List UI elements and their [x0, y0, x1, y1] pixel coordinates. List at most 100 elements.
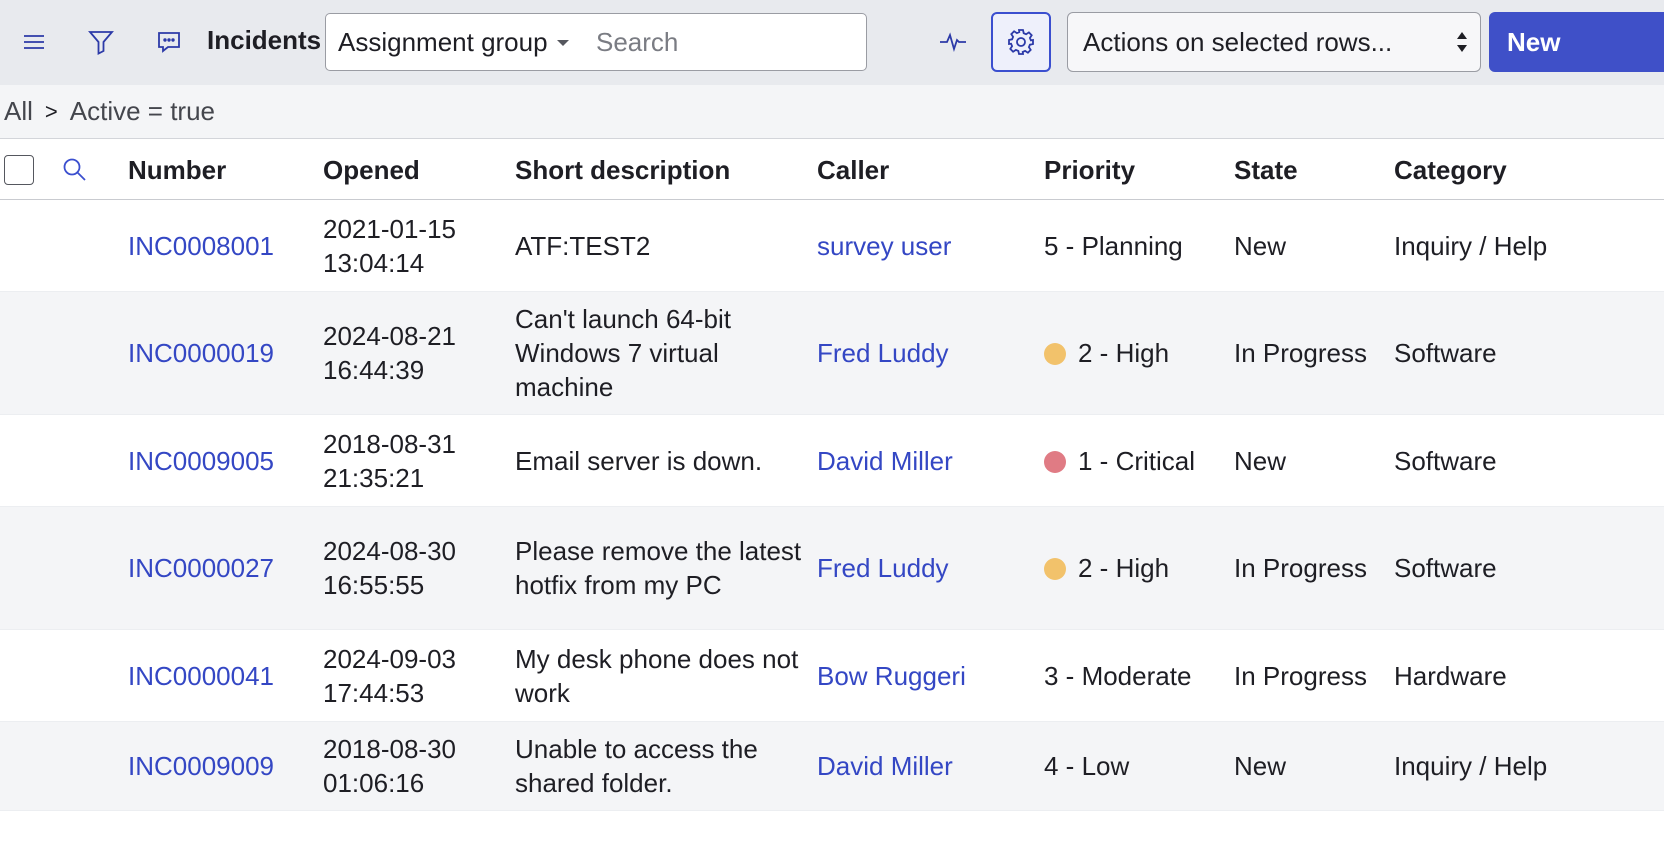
breadcrumb-filter-active[interactable]: Active = true: [70, 96, 215, 127]
cell-state: New: [1234, 415, 1384, 506]
short-description-text: Unable to access the shared folder.: [515, 734, 758, 798]
state-text: New: [1234, 230, 1287, 261]
caller-link[interactable]: survey user: [817, 229, 951, 263]
cell-number: INC0000041: [128, 630, 308, 721]
caller-link[interactable]: Fred Luddy: [817, 551, 949, 585]
cell-caller: David Miller: [817, 722, 1032, 810]
table-header-row: Number Opened Short description Caller P…: [0, 140, 1664, 200]
category-text: Inquiry / Help: [1394, 230, 1548, 261]
opened-time: 16:55:55: [323, 570, 425, 600]
select-all-checkbox[interactable]: [4, 155, 34, 185]
actions-on-selected-rows-select[interactable]: Actions on selected rows...: [1067, 12, 1481, 72]
cell-state: New: [1234, 722, 1384, 810]
new-button[interactable]: New: [1489, 12, 1664, 72]
table-row[interactable]: INC0000027 2024-08-30 16:55:55 Please remov…: [0, 507, 1664, 630]
incident-number-link[interactable]: INC0008001: [128, 229, 274, 263]
incident-number-link[interactable]: INC0000041: [128, 659, 274, 693]
cell-opened: 2024-09-03 17:44:53: [323, 630, 503, 721]
opened-date: 2018-08-31: [323, 428, 456, 459]
incidents-table: Number Opened Short description Caller P…: [0, 140, 1664, 811]
pulse-activity-icon[interactable]: [933, 22, 973, 62]
priority-dot-icon: [1044, 450, 1066, 473]
column-header-priority[interactable]: Priority: [1044, 140, 1135, 200]
cell-opened: 2018-08-31 21:35:21: [323, 415, 503, 506]
chat-bubble-icon[interactable]: [149, 22, 189, 62]
cell-number: INC0008001: [128, 200, 308, 291]
table-row[interactable]: INC0000041 2024-09-03 17:44:53 My desk phon…: [0, 630, 1664, 722]
breadcrumb: All > Active = true: [0, 85, 1664, 139]
cell-short-description: ATF:TEST2: [515, 200, 805, 291]
cell-caller: survey user: [817, 200, 1032, 291]
search-field-select-value: Assignment group: [338, 26, 548, 57]
opened-date: 2024-09-03: [323, 643, 456, 674]
cell-state: New: [1234, 200, 1384, 291]
caller-link[interactable]: David Miller: [817, 444, 953, 478]
cell-category: Software: [1394, 292, 1664, 414]
cell-number: INC0009009: [128, 722, 308, 810]
cell-state: In Progress: [1234, 292, 1384, 414]
list-settings-button[interactable]: [991, 12, 1051, 72]
category-text: Software: [1394, 553, 1497, 583]
cell-short-description: Can't launch 64-bit Windows 7 virtual ma…: [515, 292, 805, 414]
cell-opened: 2024-08-30 16:55:55: [323, 507, 503, 629]
opened-date: 2021-01-15: [323, 213, 456, 244]
cell-short-description: Unable to access the shared folder.: [515, 722, 805, 810]
column-search-icon[interactable]: [61, 156, 89, 184]
opened-time: 17:44:53: [323, 677, 425, 708]
cell-short-description: My desk phone does not work: [515, 630, 805, 721]
incident-number-link[interactable]: INC0009005: [128, 444, 274, 478]
search-input[interactable]: [585, 13, 867, 71]
priority-text: 2 - High: [1078, 338, 1170, 368]
incident-number-link[interactable]: INC0009009: [128, 749, 274, 783]
cell-short-description: Email server is down.: [515, 415, 805, 506]
cell-opened: 2018-08-30 01:06:16: [323, 722, 503, 810]
table-row[interactable]: INC0009009 2018-08-30 01:06:16 Unable to ac…: [0, 722, 1664, 811]
list-header-toolbar: Incidents Assignment group Actions on se…: [0, 0, 1664, 85]
column-header-category[interactable]: Category: [1394, 140, 1507, 200]
caller-link[interactable]: David Miller: [817, 749, 953, 783]
cell-number: INC0000027: [128, 507, 308, 629]
column-header-state[interactable]: State: [1234, 140, 1298, 200]
cell-state: In Progress: [1234, 507, 1384, 629]
column-header-short-description[interactable]: Short description: [515, 140, 730, 200]
cell-priority: 3 - Moderate: [1044, 630, 1224, 721]
updown-arrows-icon: [1457, 32, 1467, 52]
short-description-text: Please remove the latest hotfix from my …: [515, 536, 802, 600]
table-row[interactable]: INC0008001 2021-01-15 13:04:14 ATF:TEST2 sur…: [0, 200, 1664, 292]
short-description-text: ATF:TEST2: [515, 230, 651, 261]
caller-link[interactable]: Bow Ruggeri: [817, 659, 966, 693]
priority-text: 4 - Low: [1044, 751, 1130, 781]
table-row[interactable]: INC0000019 2024-08-21 16:44:39 Can't launch…: [0, 292, 1664, 415]
hamburger-menu-icon[interactable]: [14, 22, 54, 62]
short-description-text: Can't launch 64-bit Windows 7 virtual ma…: [515, 304, 731, 402]
cell-category: Software: [1394, 415, 1664, 506]
incident-number-link[interactable]: INC0000019: [128, 336, 274, 370]
cell-category: Inquiry / Help: [1394, 200, 1664, 291]
cell-category: Hardware: [1394, 630, 1664, 721]
column-header-caller[interactable]: Caller: [817, 140, 889, 200]
cell-category: Software: [1394, 507, 1664, 629]
table-row[interactable]: INC0009005 2018-08-31 21:35:21 Email server…: [0, 415, 1664, 507]
priority-dot-icon: [1044, 343, 1066, 365]
filter-funnel-icon[interactable]: [81, 22, 121, 62]
breadcrumb-all[interactable]: All: [4, 96, 33, 127]
priority-text: 3 - Moderate: [1044, 660, 1192, 691]
cell-state: In Progress: [1234, 630, 1384, 721]
state-text: In Progress: [1234, 660, 1367, 691]
priority-dot-icon: [1044, 558, 1066, 580]
priority-text: 2 - High: [1078, 553, 1170, 583]
search-field-select[interactable]: Assignment group: [325, 13, 586, 71]
category-text: Hardware: [1394, 660, 1507, 691]
state-text: New: [1234, 751, 1287, 781]
cell-caller: David Miller: [817, 415, 1032, 506]
state-text: New: [1234, 445, 1287, 476]
breadcrumb-separator: >: [44, 98, 58, 124]
cell-category: Inquiry / Help: [1394, 722, 1664, 810]
column-header-opened[interactable]: Opened: [323, 140, 420, 200]
page-title: Incidents: [207, 25, 322, 55]
short-description-text: My desk phone does not work: [515, 643, 799, 708]
caller-link[interactable]: Fred Luddy: [817, 336, 949, 370]
cell-priority: 4 - Low: [1044, 722, 1224, 810]
incident-number-link[interactable]: INC0000027: [128, 551, 274, 585]
column-header-number[interactable]: Number: [128, 140, 226, 200]
